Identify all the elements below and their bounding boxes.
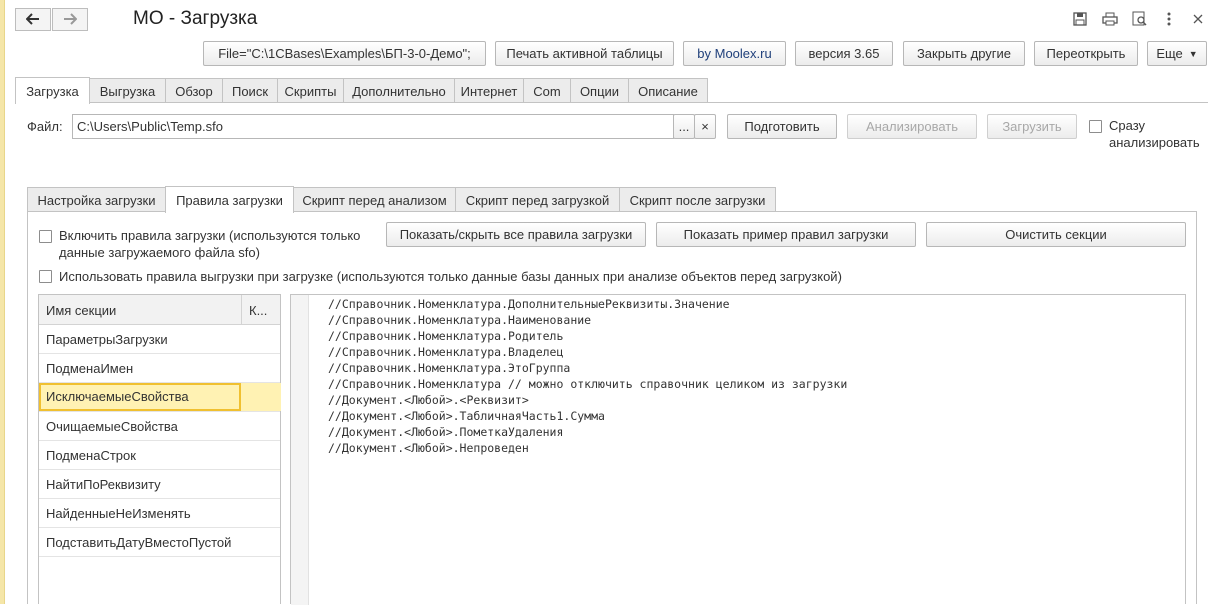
main-tab-2[interactable]: Выгрузка: [89, 78, 166, 103]
main-tabs-divider: [15, 102, 1208, 103]
load-button[interactable]: Загрузить: [987, 114, 1077, 139]
window-title: МО - Загрузка: [133, 8, 258, 29]
section-row-label: ПодменаИмен: [46, 360, 134, 376]
column-divider: [241, 295, 242, 325]
section-row[interactable]: ИсключаемыеСвойства: [39, 383, 281, 412]
main-tab-6[interactable]: Дополнительно: [343, 78, 455, 103]
code-line: //Документ.<Любой>.ПометкаУдаления: [328, 425, 564, 439]
more-button-label: Еще: [1156, 46, 1183, 61]
file-path-input[interactable]: C:\Users\Public\Temp.sfo: [72, 114, 674, 139]
print-active-table-button[interactable]: Печать активной таблицы: [495, 41, 674, 66]
show-hide-rules-button[interactable]: Показать/скрыть все правила загрузки: [386, 222, 646, 247]
section-row-label: НайденныеНеИзменять: [46, 505, 191, 521]
preview-icon[interactable]: [1131, 10, 1149, 28]
reopen-button[interactable]: Переоткрыть: [1034, 41, 1138, 66]
sub-tab-5[interactable]: Скрипт после загрузки: [619, 187, 776, 212]
main-tab-9[interactable]: Опции: [570, 78, 629, 103]
sections-table[interactable]: Имя секции К... ПараметрыЗагрузки Подмена…: [38, 294, 281, 604]
window-left-strip: [0, 0, 5, 604]
code-line: //Справочник.Номенклатура // можно отклю…: [328, 377, 848, 391]
section-row[interactable]: ПодставитьДатуВместоПустой: [39, 528, 280, 557]
clear-sections-button[interactable]: Очистить секции: [926, 222, 1186, 247]
include-rules-label-2: данные загружаемого файла sfo): [59, 245, 260, 260]
back-button[interactable]: [15, 8, 51, 31]
main-tab-8[interactable]: Com: [523, 78, 571, 103]
column-header-k[interactable]: К...: [249, 303, 267, 318]
prepare-button[interactable]: Подготовить: [727, 114, 837, 139]
analyze-button[interactable]: Анализировать: [847, 114, 977, 139]
show-example-button[interactable]: Показать пример правил загрузки: [656, 222, 916, 247]
code-gutter: [291, 295, 309, 605]
analyze-now-checkbox[interactable]: [1089, 120, 1102, 133]
main-tab-5[interactable]: Скрипты: [277, 78, 344, 103]
code-line: //Справочник.Номенклатура.ЭтоГруппа: [328, 361, 571, 375]
include-rules-label-1: Включить правила загрузки (используются …: [59, 228, 361, 243]
main-tab-7[interactable]: Интернет: [454, 78, 524, 103]
sub-tab-2[interactable]: Правила загрузки: [165, 186, 294, 213]
code-line: //Справочник.Номенклатура.Дополнительные…: [328, 297, 730, 311]
arrow-right-icon: [63, 12, 78, 28]
save-icon[interactable]: [1071, 10, 1089, 28]
version-button[interactable]: версия 3.65: [795, 41, 893, 66]
vertical-dots-menu-icon[interactable]: [1160, 10, 1178, 28]
section-row[interactable]: ПараметрыЗагрузки: [39, 325, 280, 354]
section-row-label: ПодставитьДатуВместоПустой: [46, 534, 232, 550]
analyze-now-label-1: Сразу: [1109, 118, 1146, 133]
section-row[interactable]: ПодменаИмен: [39, 354, 280, 383]
include-rules-checkbox[interactable]: [39, 230, 52, 243]
code-line: //Документ.<Любой>.Непроведен: [328, 441, 529, 455]
main-tab-3[interactable]: Обзор: [165, 78, 223, 103]
browse-button[interactable]: ...: [673, 114, 695, 139]
code-line: //Справочник.Номенклатура.Родитель: [328, 329, 564, 343]
main-tab-4[interactable]: Поиск: [222, 78, 278, 103]
analyze-now-label-2: анализировать: [1109, 135, 1200, 150]
section-row-label: ОчищаемыеСвойства: [46, 418, 178, 434]
arrow-left-icon: [25, 12, 40, 28]
code-line: //Справочник.Номенклатура.Владелец: [328, 345, 564, 359]
chevron-down-icon: ▼: [1188, 48, 1198, 59]
use-export-rules-checkbox[interactable]: [39, 270, 52, 283]
section-row-label: ИсключаемыеСвойства: [46, 389, 189, 404]
sections-table-header: Имя секции К...: [39, 295, 280, 325]
file-label: Файл:: [27, 119, 63, 134]
sections-rows: ПараметрыЗагрузки ПодменаИмен ИсключаемыеС…: [39, 325, 281, 557]
print-icon[interactable]: [1101, 10, 1119, 28]
main-tab-10[interactable]: Описание: [628, 78, 708, 103]
close-others-button[interactable]: Закрыть другие: [903, 41, 1025, 66]
main-tab-1[interactable]: Загрузка: [15, 77, 90, 104]
code-line: //Документ.<Любой>.<Реквизит>: [328, 393, 529, 407]
sub-tab-3[interactable]: Скрипт перед анализом: [293, 187, 456, 212]
forward-button[interactable]: [52, 8, 88, 31]
section-row[interactable]: НайтиПоРеквизиту: [39, 470, 280, 499]
file-path-button[interactable]: File="C:\1CBases\Examples\БП-3-0-Демо";: [203, 41, 486, 66]
use-export-rules-label: Использовать правила выгрузки при загруз…: [59, 269, 842, 284]
rules-code-editor[interactable]: //Справочник.Номенклатура.Дополнительные…: [290, 294, 1186, 605]
column-header-section-name[interactable]: Имя секции: [46, 303, 116, 318]
section-row-label: НайтиПоРеквизиту: [46, 476, 161, 492]
selected-row-rest: [241, 383, 281, 411]
close-icon[interactable]: [1189, 10, 1207, 28]
more-button[interactable]: Еще ▼: [1147, 41, 1207, 66]
sub-tab-4[interactable]: Скрипт перед загрузкой: [455, 187, 620, 212]
section-row-label: ПараметрыЗагрузки: [46, 331, 168, 347]
section-row[interactable]: НайденныеНеИзменять: [39, 499, 280, 528]
code-line: //Справочник.Номенклатура.Наименование: [328, 313, 592, 327]
section-row[interactable]: ОчищаемыеСвойства: [39, 412, 280, 441]
code-line: //Документ.<Любой>.ТабличнаяЧасть1.Сумма: [328, 409, 605, 423]
section-row[interactable]: ПодменаСтрок: [39, 441, 280, 470]
clear-file-button[interactable]: ×: [694, 114, 716, 139]
sub-tab-1[interactable]: Настройка загрузки: [27, 187, 166, 212]
code-lines: //Справочник.Номенклатура.Дополнительные…: [328, 296, 847, 456]
section-row-label: ПодменаСтрок: [46, 447, 136, 463]
by-moolex-button[interactable]: by Moolex.ru: [683, 41, 786, 66]
